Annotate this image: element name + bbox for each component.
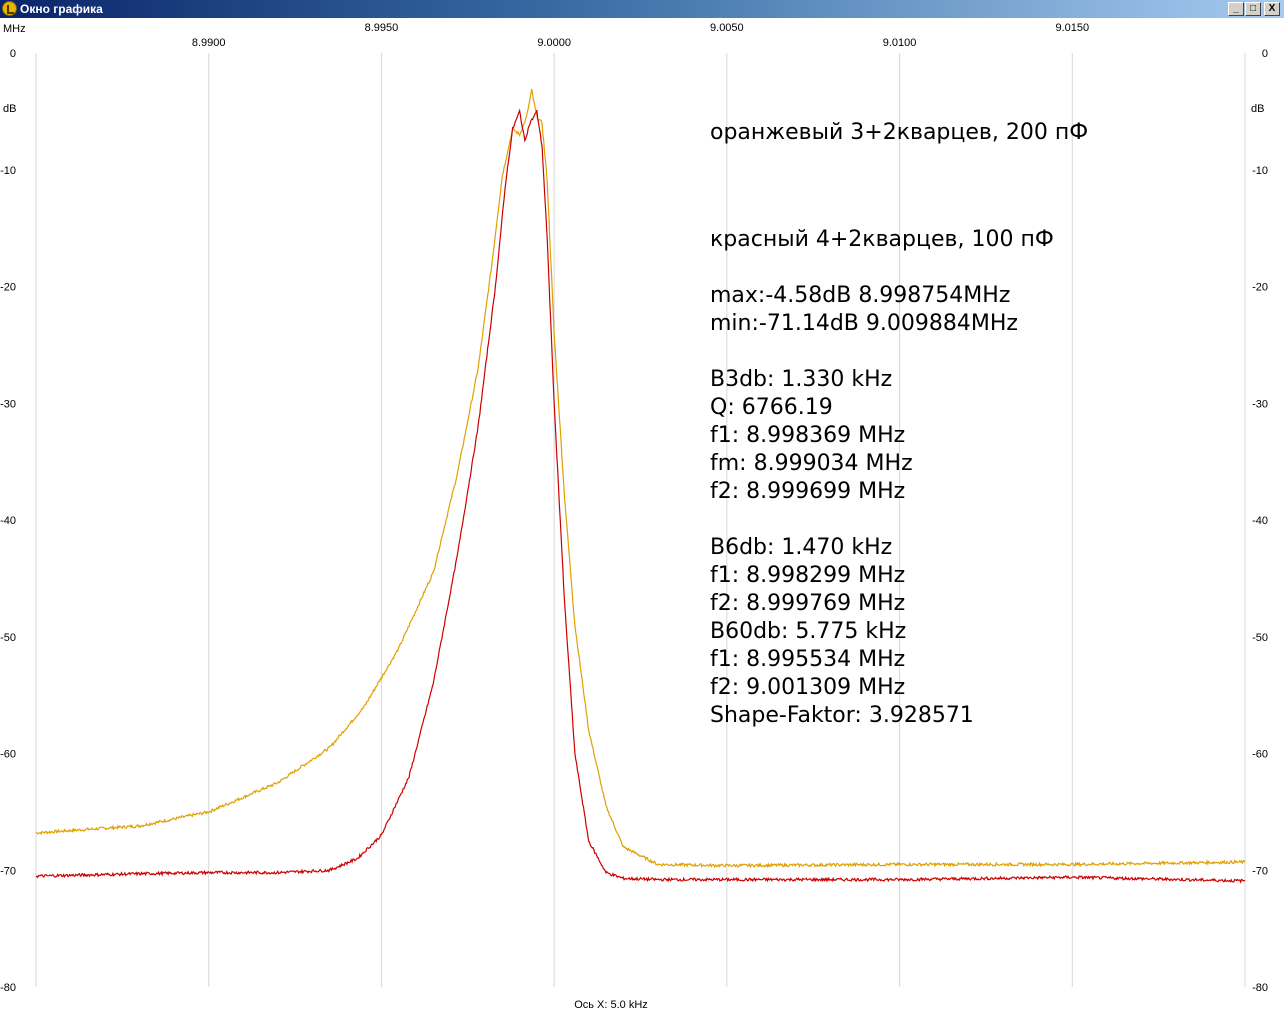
stats-line: B6db: 1.470 kHz: [710, 535, 893, 560]
x-axis-label: Ось X: 5.0 kHz: [574, 999, 648, 1011]
y-unit-label-right: dB: [1251, 103, 1264, 115]
stats-line: B60db: 5.775 kHz: [710, 619, 907, 644]
maximize-button[interactable]: □: [1245, 2, 1261, 16]
window-title: Окно графика: [20, 2, 103, 16]
close-button[interactable]: X: [1264, 2, 1280, 16]
x-tick-label-top: 9.0150: [1055, 22, 1089, 34]
stats-block: max:-4.58dB 8.998754MHz min:-71.14dB 9.00…: [710, 282, 1018, 730]
series-group: [35, 89, 1246, 884]
stats-line: [710, 338, 1018, 366]
orange-series-line: [35, 89, 1246, 869]
red-series-label: красный 4+2кварцев, 100 пФ: [710, 227, 1054, 252]
stats-line: f2: 8.999699 MHz: [710, 479, 906, 504]
y-tick-label-left: -30: [0, 398, 16, 410]
y-tick-label-left: -20: [0, 282, 16, 294]
y-tick-label-left: -50: [0, 632, 16, 644]
stats-line: f1: 8.998369 MHz: [710, 423, 906, 448]
minimize-button[interactable]: _: [1228, 2, 1244, 16]
stats-line: max:-4.58dB 8.998754MHz: [710, 283, 1011, 308]
x-tick-label-top: 8.9950: [365, 22, 399, 34]
stats-line: B3db: 1.330 kHz: [710, 367, 893, 392]
axis-ticks: 8.9950 9.0050 9.0150 8.9900 9.0000 9.0100 0 0 -1…: [0, 22, 1268, 994]
y-tick-label-left: -60: [0, 749, 16, 761]
app-icon: [2, 1, 17, 16]
stats-line: fm: 8.999034 MHz: [710, 451, 913, 476]
x-tick-label-bottom: 8.9900: [192, 37, 226, 49]
y-tick-label-right: -70: [1252, 865, 1268, 877]
y-tick-label-right: -40: [1252, 515, 1268, 527]
window-titlebar: Окно графика _ □ X: [0, 0, 1284, 18]
y-tick-label-left: 0: [10, 48, 16, 60]
y-tick-label-left: -40: [0, 515, 16, 527]
x-tick-label-top: 9.0050: [710, 22, 744, 34]
y-tick-label-right: -80: [1252, 982, 1268, 994]
stats-line: f1: 8.998299 MHz: [710, 563, 906, 588]
stats-line: Q: 6766.19: [710, 395, 833, 420]
y-tick-label-left: -70: [0, 865, 16, 877]
stats-line: min:-71.14dB 9.009884MHz: [710, 311, 1018, 336]
y-tick-label-right: 0: [1262, 48, 1268, 60]
x-tick-label-bottom: 9.0100: [883, 37, 917, 49]
stats-line: f1: 8.995534 MHz: [710, 647, 906, 672]
orange-series-label: оранжевый 3+2кварцев, 200 пФ: [710, 120, 1089, 145]
y-tick-label-left: -80: [0, 982, 16, 994]
y-tick-label-right: -60: [1252, 749, 1268, 761]
grid: [35, 53, 1246, 987]
stats-line: f2: 8.999769 MHz: [710, 591, 906, 616]
chart-plot: MHz dB dB 8.9950 9.0050 9.0150 8.9900 9.0000…: [0, 22, 1268, 1011]
y-tick-label-right: -50: [1252, 632, 1268, 644]
y-unit-label-left: dB: [3, 103, 16, 115]
stats-line: Shape-Faktor: 3.928571: [710, 703, 974, 728]
y-tick-label-left: -10: [0, 165, 16, 177]
y-tick-label-right: -30: [1252, 398, 1268, 410]
x-unit-label: MHz: [3, 23, 26, 35]
stats-line: [710, 506, 1018, 534]
stats-line: f2: 9.001309 MHz: [710, 675, 906, 700]
x-tick-label-bottom: 9.0000: [537, 37, 571, 49]
red-series-line: [35, 108, 1246, 884]
y-tick-label-right: -10: [1252, 165, 1268, 177]
y-tick-label-right: -20: [1252, 282, 1268, 294]
